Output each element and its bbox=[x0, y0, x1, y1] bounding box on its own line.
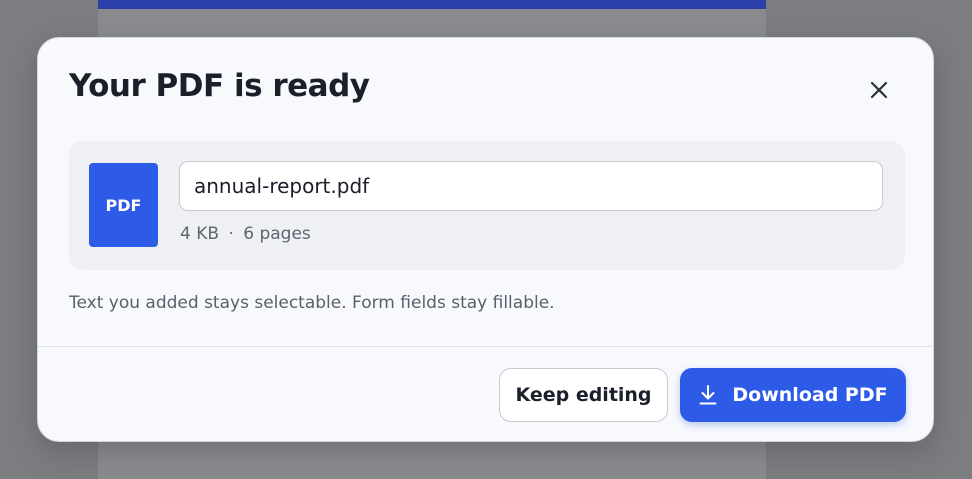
file-size: 4 KB bbox=[180, 224, 220, 244]
keep-editing-label: Keep editing bbox=[515, 384, 652, 406]
meta-separator: · bbox=[228, 224, 234, 244]
file-meta: 4 KB · 6 pages bbox=[180, 224, 311, 244]
pdf-thumb-label: PDF bbox=[105, 195, 142, 215]
footer-divider bbox=[38, 346, 933, 347]
file-card: PDF 4 KB · 6 pages bbox=[69, 141, 905, 270]
download-icon bbox=[698, 384, 718, 406]
filename-input[interactable] bbox=[179, 161, 883, 211]
pdf-ready-dialog: Your PDF is ready PDF 4 KB · 6 pages Tex… bbox=[37, 37, 934, 442]
hint-text: Text you added stays selectable. Form fi… bbox=[69, 293, 555, 313]
keep-editing-button[interactable]: Keep editing bbox=[499, 368, 668, 422]
page-count: 6 pages bbox=[243, 224, 311, 244]
download-label: Download PDF bbox=[732, 384, 888, 406]
close-icon bbox=[870, 81, 888, 99]
background-document-header bbox=[98, 0, 766, 9]
pdf-file-icon: PDF bbox=[89, 163, 158, 247]
close-button[interactable] bbox=[862, 73, 896, 107]
dialog-title: Your PDF is ready bbox=[69, 68, 370, 104]
download-pdf-button[interactable]: Download PDF bbox=[680, 368, 906, 422]
